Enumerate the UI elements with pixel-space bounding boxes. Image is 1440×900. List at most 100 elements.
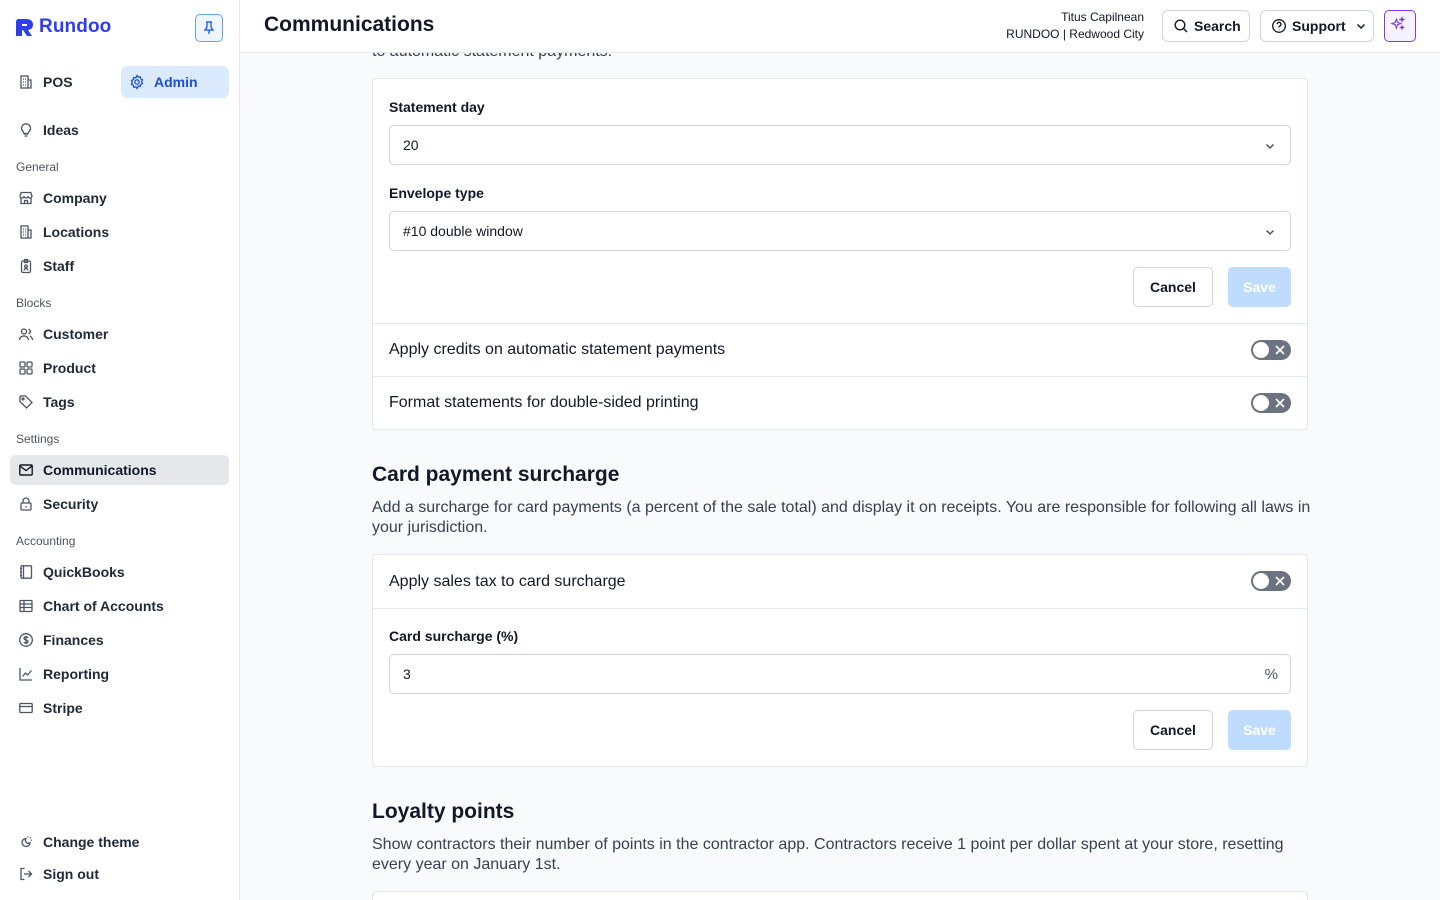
- loyalty-title: Loyalty points: [372, 800, 515, 823]
- section-accounting: Accounting: [16, 534, 76, 548]
- sidebar-item-label: Communications: [43, 462, 157, 478]
- surcharge-save-button[interactable]: Save: [1228, 710, 1291, 750]
- sidebar-item-security[interactable]: Security: [10, 489, 229, 519]
- chevron-down-icon: [1262, 224, 1278, 240]
- sidebar-item-finances[interactable]: Finances: [10, 625, 229, 655]
- lock-icon: [18, 496, 34, 512]
- envelope-type-value: #10 double window: [403, 223, 523, 239]
- statement-day-select[interactable]: 20: [389, 125, 1291, 165]
- search-button[interactable]: Search: [1162, 10, 1250, 42]
- building-icon: [18, 224, 34, 240]
- main-content[interactable]: to automatic statement payments. Stateme…: [240, 53, 1440, 900]
- sidebar-item-label: Sign out: [43, 866, 99, 882]
- mode-pos-label: POS: [43, 74, 73, 90]
- pin-sidebar-button[interactable]: [195, 14, 223, 42]
- sidebar-item-label: Customer: [43, 326, 109, 342]
- surcharge-description: Add a surcharge for card payments (a per…: [372, 499, 1311, 536]
- apply-credits-label: Apply credits on automatic statement pay…: [389, 341, 726, 358]
- sidebar-item-quickbooks[interactable]: QuickBooks: [10, 557, 229, 587]
- sidebar-item-label: Ideas: [43, 122, 79, 138]
- sidebar-item-staff[interactable]: Staff: [10, 251, 229, 281]
- gear-icon: [129, 74, 145, 90]
- sign-out-icon: [18, 866, 34, 882]
- support-menu-button[interactable]: Support: [1260, 10, 1374, 42]
- chart-line-icon: [18, 666, 34, 682]
- lightbulb-icon: [18, 122, 34, 138]
- sidebar-item-customer[interactable]: Customer: [10, 319, 229, 349]
- surcharge-card: Apply sales tax to card surcharge Card s…: [372, 554, 1308, 767]
- sidebar-item-label: Finances: [43, 632, 104, 648]
- mode-admin[interactable]: Admin: [121, 66, 229, 98]
- close-icon: [1275, 398, 1285, 408]
- sidebar: Rundoo POS Admin Ideas General Company L…: [0, 0, 240, 900]
- mode-admin-label: Admin: [154, 74, 198, 90]
- sidebar-item-label: Change theme: [43, 834, 140, 850]
- apply-credits-toggle[interactable]: [1251, 340, 1291, 360]
- ai-assistant-button[interactable]: [1384, 10, 1416, 42]
- section-blocks: Blocks: [16, 296, 52, 310]
- statements-save-button[interactable]: Save: [1228, 267, 1291, 307]
- search-button-label: Search: [1194, 18, 1241, 34]
- chevron-down-icon: [1262, 138, 1278, 154]
- rundoo-logo-icon: [16, 18, 33, 36]
- search-icon: [1173, 18, 1189, 34]
- support-button-label: Support: [1292, 18, 1346, 34]
- sparkles-icon: [1390, 16, 1410, 36]
- sidebar-item-label: Company: [43, 190, 107, 206]
- sidebar-item-locations[interactable]: Locations: [10, 217, 229, 247]
- statements-card: Statement day 20 Envelope type #10 doubl…: [372, 78, 1308, 430]
- percent-suffix: %: [1264, 666, 1278, 683]
- brand-logo[interactable]: Rundoo: [16, 16, 111, 38]
- double-sided-toggle[interactable]: [1251, 393, 1291, 413]
- sidebar-item-label: Stripe: [43, 700, 83, 716]
- apply-credits-row: Apply credits on automatic statement pay…: [373, 323, 1307, 376]
- divider: [373, 608, 1307, 609]
- credit-card-icon: [18, 700, 34, 716]
- sidebar-item-reporting[interactable]: Reporting: [10, 659, 229, 689]
- sidebar-item-label: QuickBooks: [43, 564, 125, 580]
- surcharge-tax-toggle[interactable]: [1251, 571, 1291, 591]
- sidebar-item-label: Tags: [43, 394, 75, 410]
- double-sided-label: Format statements for double-sided print…: [389, 394, 699, 411]
- sidebar-item-label: Chart of Accounts: [43, 598, 164, 614]
- loyalty-card: [372, 891, 1308, 900]
- section-general: General: [16, 160, 59, 174]
- sidebar-item-label: Reporting: [43, 666, 110, 682]
- sidebar-item-communications[interactable]: Communications: [10, 455, 229, 485]
- sidebar-item-company[interactable]: Company: [10, 183, 229, 213]
- change-theme-button[interactable]: Change theme: [10, 827, 229, 857]
- envelope-type-select[interactable]: #10 double window: [389, 211, 1291, 251]
- sidebar-item-ideas[interactable]: Ideas: [10, 115, 229, 145]
- surcharge-title: Card payment surcharge: [372, 463, 620, 486]
- card-surcharge-label: Card surcharge (%): [389, 628, 519, 644]
- close-icon: [1275, 576, 1285, 586]
- section-settings: Settings: [16, 432, 60, 446]
- statements-cancel-button[interactable]: Cancel: [1133, 267, 1213, 307]
- sidebar-item-tags[interactable]: Tags: [10, 387, 229, 417]
- statement-description-tail: to automatic statement payments.: [372, 53, 612, 61]
- close-icon: [1275, 345, 1285, 355]
- sidebar-item-stripe[interactable]: Stripe: [10, 693, 229, 723]
- card-surcharge-value: 3: [403, 666, 411, 682]
- sidebar-item-label: Locations: [43, 224, 110, 240]
- user-org: RUNDOO | Redwood City: [1006, 27, 1144, 41]
- sidebar-item-chart-of-accounts[interactable]: Chart of Accounts: [10, 591, 229, 621]
- dollar-icon: [18, 632, 34, 648]
- user-info[interactable]: Titus Capilnean RUNDOO | Redwood City: [1006, 9, 1144, 43]
- card-surcharge-input[interactable]: 3 %: [389, 654, 1291, 694]
- surcharge-cancel-button[interactable]: Cancel: [1133, 710, 1213, 750]
- sidebar-item-label: Product: [43, 360, 96, 376]
- sidebar-item-label: Security: [43, 496, 99, 512]
- mode-pos[interactable]: POS: [10, 66, 114, 98]
- table-icon: [18, 598, 34, 614]
- surcharge-tax-row: Apply sales tax to card surcharge: [373, 555, 1307, 608]
- mode-switcher: POS Admin: [10, 66, 229, 98]
- chevron-down-icon: [1353, 18, 1369, 34]
- store-icon: [18, 190, 34, 206]
- sign-out-button[interactable]: Sign out: [10, 859, 229, 889]
- sidebar-item-product[interactable]: Product: [10, 353, 229, 383]
- toggle-knob: [1253, 342, 1269, 358]
- top-header: Communications Titus Capilnean RUNDOO | …: [240, 0, 1440, 53]
- toggle-knob: [1253, 573, 1269, 589]
- building-icon: [18, 74, 34, 90]
